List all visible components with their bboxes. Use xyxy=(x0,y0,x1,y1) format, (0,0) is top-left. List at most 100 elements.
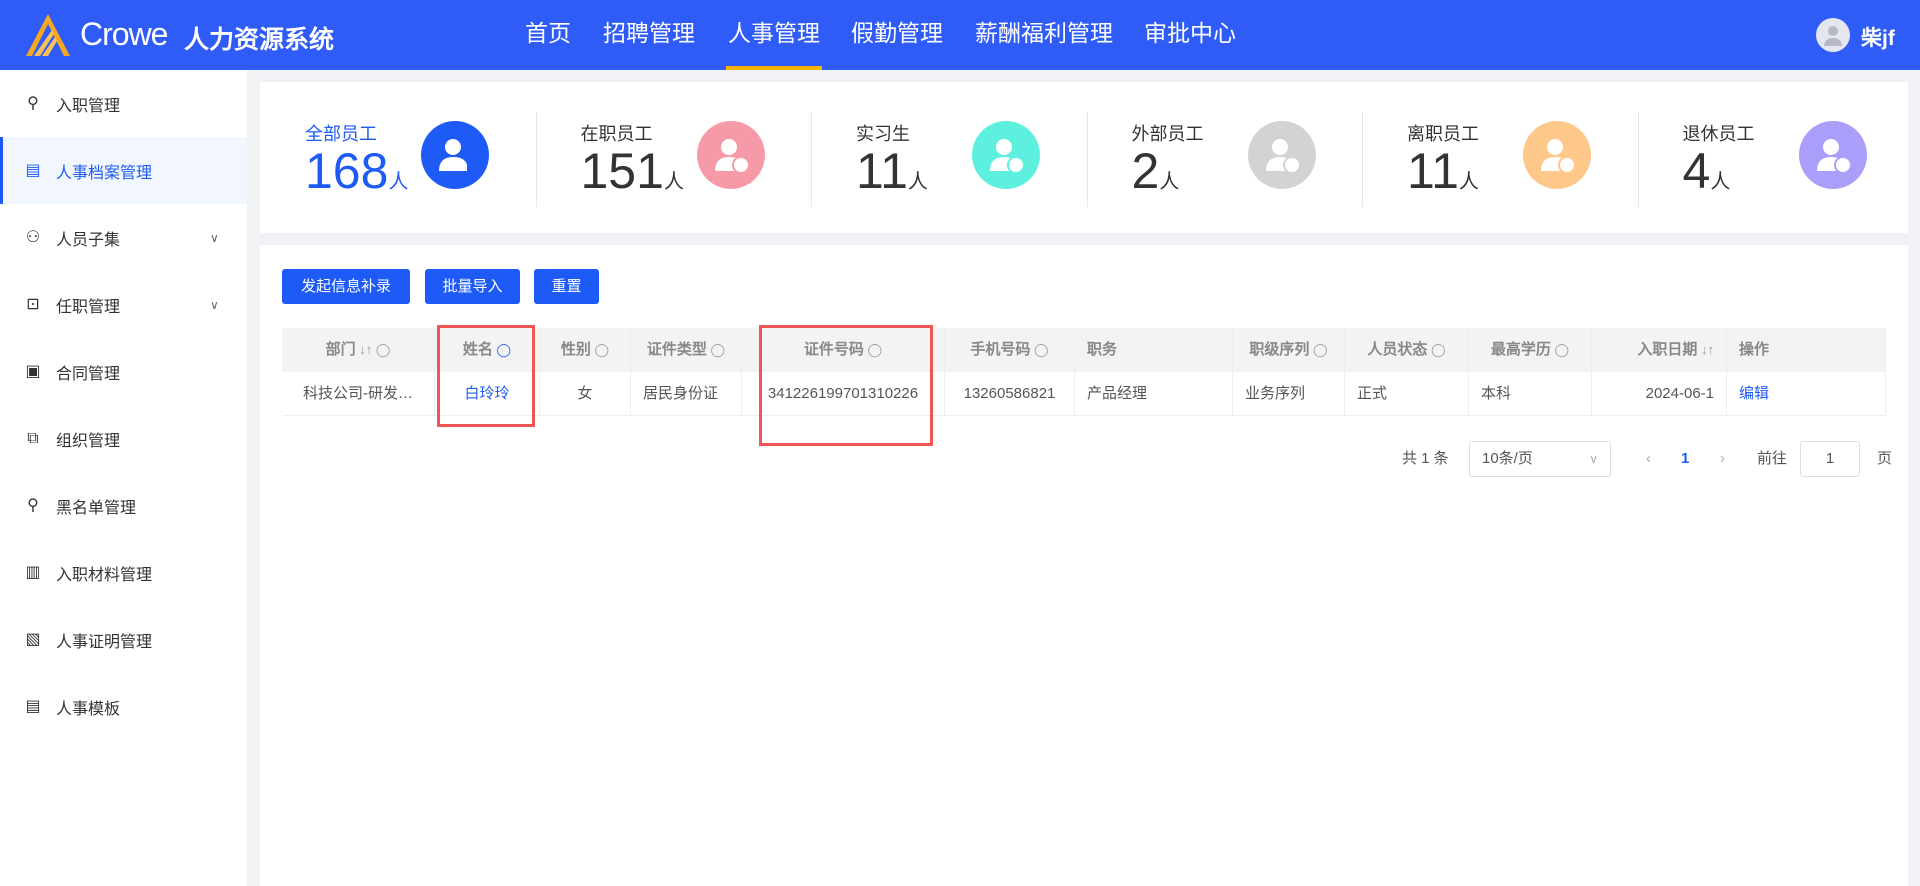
stat-unit: 人 xyxy=(1159,171,1180,193)
sidebar-item-certificates[interactable]: ▧ 人事证明管理 xyxy=(0,606,247,673)
search-icon[interactable]: ◯ xyxy=(591,342,610,357)
sort-icon[interactable]: ↓↑ xyxy=(356,342,372,357)
divider xyxy=(1086,112,1088,207)
search-icon[interactable]: ◯ xyxy=(372,342,391,357)
column-header[interactable]: 入职日期 ↓↑ xyxy=(1592,328,1727,372)
page-size-select[interactable]: 10条/页 ∨ xyxy=(1469,441,1611,477)
column-header[interactable]: 最高学历 ◯ xyxy=(1469,328,1592,372)
column-title: 职务 xyxy=(1087,341,1118,358)
column-header[interactable]: 职级序列 ◯ xyxy=(1233,328,1345,372)
sidebar-item-label: 任职管理 xyxy=(56,298,121,316)
stat-number: 11 xyxy=(856,143,908,199)
table-cell: 业务序列 xyxy=(1233,372,1345,416)
sidebar-item-contract[interactable]: ▣ 合同管理 xyxy=(0,338,247,405)
sidebar-item-label: 合同管理 xyxy=(56,365,121,383)
column-title: 部门 xyxy=(325,341,356,358)
column-title: 操作 xyxy=(1739,341,1770,358)
sort-icon[interactable]: ↓↑ xyxy=(1697,342,1714,357)
nav-attendance[interactable]: 假勤管理 xyxy=(851,0,943,70)
stat-value: 168人 xyxy=(305,142,408,200)
column-header[interactable]: 性别 ◯ xyxy=(540,328,631,372)
column-title: 证件类型 xyxy=(646,341,707,358)
user-block-icon: ⚲ xyxy=(27,496,39,514)
sidebar-item-materials[interactable]: ▥ 入职材料管理 xyxy=(0,539,247,606)
search-icon[interactable]: ◯ xyxy=(1030,342,1049,357)
edit-link[interactable]: 编辑 xyxy=(1727,372,1886,416)
sidebar-item-blacklist[interactable]: ⚲ 黑名单管理 xyxy=(0,472,247,539)
stat-unit: 人 xyxy=(663,171,684,193)
sidebar-item-subsets[interactable]: ⚇ 人员子集 ∨ xyxy=(0,204,247,271)
stat-block[interactable]: 全部员工 168人 xyxy=(260,112,535,207)
stat-number: 2 xyxy=(1131,143,1160,199)
sidebar-item-label: 入职材料管理 xyxy=(56,566,153,584)
sidebar-item-organization[interactable]: ⧉ 组织管理 xyxy=(0,405,247,472)
table-cell: 科技公司-研发… xyxy=(282,372,435,416)
pagination-total: 共 1 条 xyxy=(1402,450,1449,467)
nav-recruitment[interactable]: 招聘管理 xyxy=(603,0,695,70)
user-status-icon xyxy=(1523,121,1591,189)
table-cell: 居民身份证 xyxy=(631,372,742,416)
column-header[interactable]: 操作 xyxy=(1727,328,1886,372)
stat-value: 11人 xyxy=(856,142,928,200)
sidebar-item-templates[interactable]: ▤ 人事模板 xyxy=(0,673,247,740)
nav-approval[interactable]: 审批中心 xyxy=(1144,0,1236,70)
batch-import-button[interactable]: 批量导入 xyxy=(425,269,520,304)
briefcase-icon: ⊡ xyxy=(26,295,40,313)
column-header[interactable]: 人员状态 ◯ xyxy=(1345,328,1469,372)
table-cell: 13260586821 xyxy=(945,372,1075,416)
column-header[interactable]: 手机号码 ◯ xyxy=(945,328,1075,372)
column-title: 入职日期 xyxy=(1637,341,1698,358)
stat-value: 11人 xyxy=(1407,142,1479,200)
page-scrollbar[interactable] xyxy=(1908,70,1920,886)
column-header[interactable]: 部门 ↓↑ ◯ xyxy=(282,328,435,372)
page-number-current[interactable]: 1 xyxy=(1681,441,1689,477)
search-icon[interactable]: ◯ xyxy=(1427,342,1446,357)
crowe-logo-icon xyxy=(26,14,70,56)
user-avatar[interactable] xyxy=(1816,18,1850,52)
document-icon: ▤ xyxy=(25,161,41,179)
stat-block[interactable]: 外部员工 2人 xyxy=(1086,112,1362,207)
user-name[interactable]: 柴jf xyxy=(1861,22,1895,52)
reset-button[interactable]: 重置 xyxy=(534,269,599,304)
column-header[interactable]: 职务 xyxy=(1075,328,1233,372)
nav-compensation[interactable]: 薪酬福利管理 xyxy=(975,0,1113,70)
search-icon[interactable]: ◯ xyxy=(1309,342,1328,357)
divider xyxy=(1362,112,1363,207)
column-title: 职级序列 xyxy=(1249,341,1310,358)
table-cell: 正式 xyxy=(1345,372,1469,416)
column-title: 最高学历 xyxy=(1490,341,1551,358)
column-header[interactable]: 证件类型 ◯ xyxy=(631,328,742,372)
sidebar-item-label: 组织管理 xyxy=(56,432,121,450)
start-info-supplement-button[interactable]: 发起信息补录 xyxy=(282,269,410,304)
stat-block[interactable]: 离职员工 11人 xyxy=(1362,112,1637,207)
stat-value: 2人 xyxy=(1132,142,1180,200)
stat-number: 11 xyxy=(1407,143,1459,199)
stat-unit: 人 xyxy=(907,171,928,193)
sidebar-item-appointment[interactable]: ⊡ 任职管理 ∨ xyxy=(0,271,247,338)
stat-block[interactable]: 退休员工 4人 xyxy=(1637,112,1913,207)
page-size-value: 10条/页 xyxy=(1482,450,1533,467)
highlight-box-id-number xyxy=(759,325,933,446)
stat-block[interactable]: 实习生 11人 xyxy=(811,112,1086,207)
search-icon[interactable]: ◯ xyxy=(707,342,726,357)
stat-unit: 人 xyxy=(1458,171,1479,193)
user-status-icon xyxy=(1247,121,1316,189)
nav-home[interactable]: 首页 xyxy=(525,0,571,70)
sidebar-item-onboarding[interactable]: ⚲ 入职管理 xyxy=(0,70,247,137)
contract-icon: ▣ xyxy=(25,362,41,380)
brand-name: Crowe xyxy=(80,16,168,52)
user-status-icon xyxy=(1798,121,1867,189)
highlight-box-name xyxy=(437,325,535,427)
sidebar-item-personnel-files[interactable]: ▤ 人事档案管理 xyxy=(0,137,247,204)
users-icon: ⚇ xyxy=(25,228,41,246)
nav-personnel[interactable]: 人事管理 xyxy=(726,0,822,70)
chevron-down-icon: ∨ xyxy=(210,230,219,245)
goto-page-input[interactable]: 1 xyxy=(1800,441,1860,477)
user-status-icon xyxy=(972,121,1040,189)
sidebar-item-label: 入职管理 xyxy=(56,97,121,115)
prev-page-icon[interactable]: ‹ xyxy=(1646,441,1651,477)
stat-block[interactable]: 在职员工 151人 xyxy=(535,112,811,207)
next-page-icon[interactable]: › xyxy=(1720,441,1725,477)
stats-card: 全部员工 168人 在职员工 151人 实习生 11人 外部员工 2人 离职员工 11人 退休员工 4… xyxy=(260,82,1908,233)
search-icon[interactable]: ◯ xyxy=(1551,342,1570,357)
